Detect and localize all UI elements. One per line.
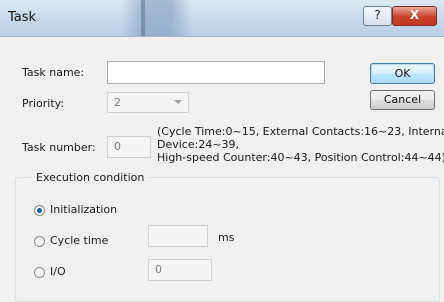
radio-button-initialization[interactable] (34, 205, 45, 216)
task-number-hint-line-2: Device:24~39, (157, 138, 240, 151)
task-number-input[interactable]: 0 (107, 136, 151, 158)
title-bar-divider (141, 0, 145, 36)
radio-label-initialization: Initialization (50, 203, 118, 216)
help-button[interactable]: ? (363, 6, 392, 26)
task-name-input[interactable] (107, 61, 325, 84)
close-icon: X (409, 8, 420, 22)
task-number-label: Task number: (22, 141, 96, 154)
priority-combo[interactable]: 2 (107, 92, 189, 113)
cycle-time-input[interactable] (148, 225, 208, 247)
cancel-button[interactable]: Cancel (370, 90, 435, 110)
help-icon: ? (374, 8, 381, 22)
radio-button-cycle-time[interactable] (34, 236, 45, 247)
io-input[interactable]: 0 (148, 259, 212, 281)
task-name-label: Task name: (22, 66, 85, 79)
cycle-time-unit: ms (218, 231, 235, 244)
execution-condition-legend: Execution condition (33, 171, 148, 184)
radio-button-io[interactable] (34, 267, 45, 278)
task-number-hint-line-1: (Cycle Time:0~15, External Contacts:16~2… (157, 125, 444, 138)
close-button[interactable]: X (392, 6, 437, 26)
title-bar[interactable]: Task ? X (0, 0, 444, 37)
task-number-hint-line-3: High-speed Counter:40~43, Position Contr… (157, 151, 444, 164)
ok-button[interactable]: OK (370, 63, 435, 84)
priority-label: Priority: (22, 97, 65, 110)
radio-label-cycle-time: Cycle time (50, 234, 109, 247)
priority-value: 2 (114, 96, 121, 109)
title-bar-glass (122, 0, 192, 36)
radio-label-io: I/O (50, 265, 66, 278)
chevron-down-icon (174, 100, 182, 104)
dialog-title: Task (8, 10, 37, 25)
